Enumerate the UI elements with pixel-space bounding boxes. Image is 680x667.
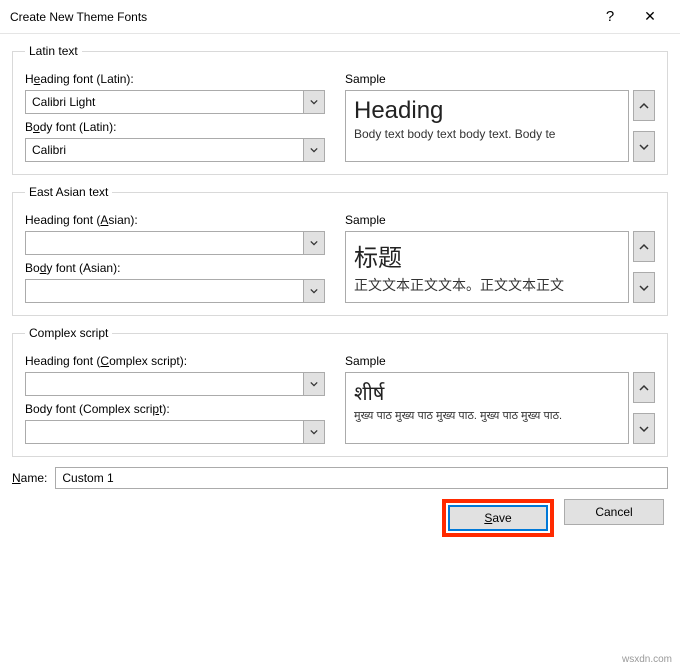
sample-latin-heading: Heading — [354, 97, 620, 125]
help-button[interactable]: ? — [590, 8, 630, 25]
chevron-down-icon[interactable] — [303, 279, 325, 303]
sample-latin-body: Body text body text body text. Body te — [354, 127, 620, 141]
group-asian-legend: East Asian text — [25, 185, 112, 199]
cancel-button[interactable]: Cancel — [564, 499, 664, 525]
sample-asian-body: 正文文本正文文本。正文文本正文 — [354, 275, 620, 295]
sample-asian-label: Sample — [345, 213, 655, 227]
spin-down-button[interactable] — [633, 413, 655, 444]
body-font-latin-label: Body font (Latin): — [25, 120, 325, 134]
group-complex: Complex script Heading font (Complex scr… — [12, 326, 668, 457]
body-font-asian-label: Body font (Asian): — [25, 261, 325, 275]
titlebar: Create New Theme Fonts ? ✕ — [0, 0, 680, 34]
group-asian: East Asian text Heading font (Asian): Bo… — [12, 185, 668, 316]
sample-complex-body: मुख्य पाठ मुख्य पाठ मुख्य पाठ. मुख्य पाठ… — [354, 408, 620, 423]
heading-font-latin-combo[interactable] — [25, 90, 325, 114]
close-button[interactable]: ✕ — [630, 8, 670, 25]
chevron-down-icon[interactable] — [303, 90, 325, 114]
save-button[interactable]: Save — [448, 505, 548, 531]
heading-font-complex-input[interactable] — [25, 372, 303, 396]
dialog-title: Create New Theme Fonts — [10, 10, 590, 24]
heading-font-complex-label: Heading font (Complex script): — [25, 354, 325, 368]
sample-latin-box: Heading Body text body text body text. B… — [345, 90, 629, 162]
sample-asian-box: 标题 正文文本正文文本。正文文本正文 — [345, 231, 629, 303]
watermark: wsxdn.com — [622, 654, 672, 665]
chevron-down-icon[interactable] — [303, 231, 325, 255]
chevron-down-icon[interactable] — [303, 372, 325, 396]
body-font-latin-input[interactable] — [25, 138, 303, 162]
group-latin-legend: Latin text — [25, 44, 82, 58]
spin-up-button[interactable] — [633, 90, 655, 121]
sample-complex-label: Sample — [345, 354, 655, 368]
button-row: Save Cancel — [12, 499, 668, 537]
sample-latin-label: Sample — [345, 72, 655, 86]
save-highlight: Save — [442, 499, 554, 537]
heading-font-asian-input[interactable] — [25, 231, 303, 255]
spin-down-button[interactable] — [633, 272, 655, 303]
heading-font-asian-combo[interactable] — [25, 231, 325, 255]
spin-up-button[interactable] — [633, 231, 655, 262]
dialog-content: Latin text Heading font (Latin): Body fo… — [0, 34, 680, 545]
spin-up-button[interactable] — [633, 372, 655, 403]
name-row: Name: — [12, 467, 668, 489]
heading-font-latin-label: Heading font (Latin): — [25, 72, 325, 86]
heading-font-latin-input[interactable] — [25, 90, 303, 114]
chevron-down-icon[interactable] — [303, 138, 325, 162]
body-font-asian-combo[interactable] — [25, 279, 325, 303]
body-font-complex-label: Body font (Complex script): — [25, 402, 325, 416]
name-label: Name: — [12, 471, 47, 485]
heading-font-complex-combo[interactable] — [25, 372, 325, 396]
name-input[interactable] — [55, 467, 668, 489]
body-font-complex-combo[interactable] — [25, 420, 325, 444]
sample-asian-heading: 标题 — [354, 238, 620, 273]
body-font-complex-input[interactable] — [25, 420, 303, 444]
sample-complex-heading: शीर्ष — [354, 379, 620, 406]
body-font-latin-combo[interactable] — [25, 138, 325, 162]
heading-font-asian-label: Heading font (Asian): — [25, 213, 325, 227]
group-latin: Latin text Heading font (Latin): Body fo… — [12, 44, 668, 175]
group-complex-legend: Complex script — [25, 326, 112, 340]
chevron-down-icon[interactable] — [303, 420, 325, 444]
body-font-asian-input[interactable] — [25, 279, 303, 303]
sample-complex-box: शीर्ष मुख्य पाठ मुख्य पाठ मुख्य पाठ. मुख… — [345, 372, 629, 444]
spin-down-button[interactable] — [633, 131, 655, 162]
